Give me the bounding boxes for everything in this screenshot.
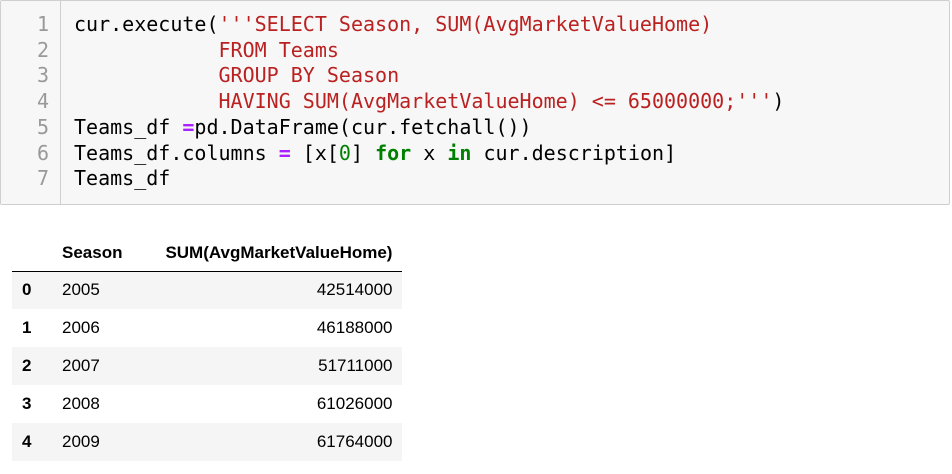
code-token-plain: cur.description] <box>471 140 677 165</box>
code-token-num: 0 <box>338 140 351 165</box>
code-line[interactable]: 1 cur.execute('''SELECT Season, SUM(AvgMa… <box>1 11 949 37</box>
table-header-row: Season SUM(AvgMarketValueHome) <box>12 235 403 272</box>
code-token-str: FROM Teams <box>218 37 339 62</box>
season-column-header: Season <box>52 235 133 272</box>
table-row: 0 2005 42514000 <box>12 271 403 309</box>
code-line[interactable]: 7 Teams_df <box>1 165 949 191</box>
code-token-plain: x <box>411 140 448 165</box>
code-text[interactable]: Teams_df <box>74 165 170 191</box>
code-cell[interactable]: 1 cur.execute('''SELECT Season, SUM(AvgMa… <box>0 0 950 205</box>
table-row: 1 2006 46188000 <box>12 309 403 347</box>
sum-column-header: SUM(AvgMarketValueHome) <box>132 235 403 272</box>
value-cell: 42514000 <box>316 280 393 300</box>
code-line[interactable]: 4 HAVING SUM(AvgMarketValueHome) <= 6500… <box>1 88 949 114</box>
code-text[interactable]: cur.execute('''SELECT Season, SUM(AvgMar… <box>74 11 712 37</box>
code-token-op: = <box>278 140 291 165</box>
season-cell: 2009 <box>62 432 100 451</box>
code-text[interactable]: GROUP BY Season <box>74 62 400 88</box>
line-number: 2 <box>36 37 49 62</box>
code-token-plain: Teams_df <box>74 166 171 191</box>
line-number: 7 <box>36 166 49 191</box>
row-index: 0 <box>22 280 32 300</box>
season-cell: 2007 <box>62 356 100 375</box>
code-token-plain: ) <box>772 89 785 114</box>
code-token-plain: pd.DataFrame(cur.fetchall()) <box>194 114 532 139</box>
value-cell: 61026000 <box>316 394 393 413</box>
table-row: 2 2007 51711000 <box>12 347 403 385</box>
season-cell: 2005 <box>62 280 100 300</box>
row-index: 3 <box>22 394 32 413</box>
table-row: 3 2008 61026000 <box>12 385 403 423</box>
code-token-plain: Teams_df <box>74 114 183 139</box>
code-token-plain: ] <box>350 140 376 165</box>
value-cell: 61764000 <box>316 432 393 451</box>
code-line[interactable]: 6 Teams_df.columns = [x[0] for x in cur.d… <box>1 140 949 166</box>
line-number: 3 <box>36 63 49 88</box>
row-index: 2 <box>22 356 32 375</box>
code-token-op: = <box>182 114 195 139</box>
line-number: 4 <box>36 89 49 114</box>
code-line[interactable]: 5 Teams_df =pd.DataFrame(cur.fetchall()) <box>1 114 949 140</box>
code-token-str: HAVING SUM(AvgMarketValueHome) <= 650000… <box>218 89 773 114</box>
value-cell: 51711000 <box>318 356 393 375</box>
code-text[interactable]: Teams_df.columns = [x[0] for x in cur.de… <box>74 140 676 166</box>
value-cell: 46188000 <box>316 318 393 337</box>
line-number: 6 <box>36 140 49 165</box>
dataframe-output-table: Season SUM(AvgMarketValueHome) 0 2005 42… <box>12 235 403 461</box>
code-token-str: GROUP BY Season <box>218 63 400 88</box>
code-token-str: '''SELECT Season, SUM(AvgMarketValueHome… <box>218 12 713 36</box>
code-token-plain: Teams_df.columns <box>74 140 279 165</box>
index-column-header <box>12 235 52 272</box>
code-token-kw: in <box>447 140 472 165</box>
row-index: 1 <box>22 318 32 337</box>
line-number: 5 <box>36 114 49 139</box>
code-token-plain: [x[ <box>290 140 339 165</box>
code-token-plain: cur.execute( <box>74 12 219 36</box>
code-line[interactable]: 3 GROUP BY Season <box>1 62 949 88</box>
code-text[interactable]: HAVING SUM(AvgMarketValueHome) <= 650000… <box>74 88 785 114</box>
code-text[interactable]: Teams_df =pd.DataFrame(cur.fetchall()) <box>74 114 532 140</box>
code-line[interactable]: 2 FROM Teams <box>1 37 949 63</box>
season-cell: 2008 <box>62 394 100 413</box>
code-token-kw: for <box>375 140 412 165</box>
line-number: 1 <box>36 12 49 36</box>
code-text[interactable]: FROM Teams <box>74 37 339 63</box>
row-index: 4 <box>22 432 32 451</box>
table-row: 4 2009 61764000 <box>12 423 403 461</box>
season-cell: 2006 <box>62 318 100 337</box>
